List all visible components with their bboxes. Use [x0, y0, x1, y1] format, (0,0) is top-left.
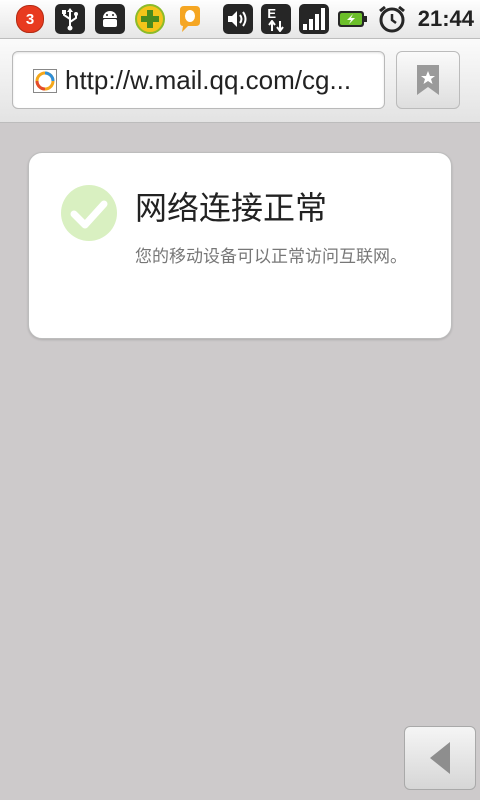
- qq-browser-favicon: [33, 69, 57, 93]
- back-arrow-icon: [430, 742, 450, 774]
- card-title: 网络连接正常: [135, 189, 328, 227]
- url-field[interactable]: http://w.mail.qq.com/cg...: [12, 51, 385, 109]
- signal-icon: [298, 3, 330, 35]
- qihoo-360-icon: [134, 3, 166, 35]
- status-bar: 3 E 21:44: [0, 0, 480, 39]
- battery-charging-icon: [336, 3, 370, 35]
- connection-status-card: 网络连接正常 您的移动设备可以正常访问互联网。: [28, 152, 452, 339]
- back-button[interactable]: [404, 726, 476, 790]
- volume-icon: [222, 3, 254, 35]
- check-circle-icon: [61, 185, 117, 241]
- android-debug-icon: [94, 3, 126, 35]
- url-text: http://w.mail.qq.com/cg...: [65, 65, 352, 95]
- usb-icon: [54, 3, 86, 35]
- browser-toolbar: http://w.mail.qq.com/cg...: [0, 39, 480, 123]
- bookmark-button[interactable]: [396, 51, 460, 109]
- qq-icon: [174, 3, 206, 35]
- notification-count: 3: [16, 5, 44, 33]
- alarm-clock-icon: [376, 3, 408, 35]
- card-description: 您的移动设备可以正常访问互联网。: [135, 247, 407, 267]
- bookmark-icon: [417, 65, 439, 95]
- status-bar-system: E 21:44: [222, 3, 474, 35]
- network-type-label: E: [267, 5, 277, 21]
- status-bar-notifications: 3: [14, 3, 206, 35]
- data-transfer-icon: E: [260, 3, 292, 35]
- status-time: 21:44: [417, 6, 474, 31]
- notification-badge-icon[interactable]: 3: [14, 3, 46, 35]
